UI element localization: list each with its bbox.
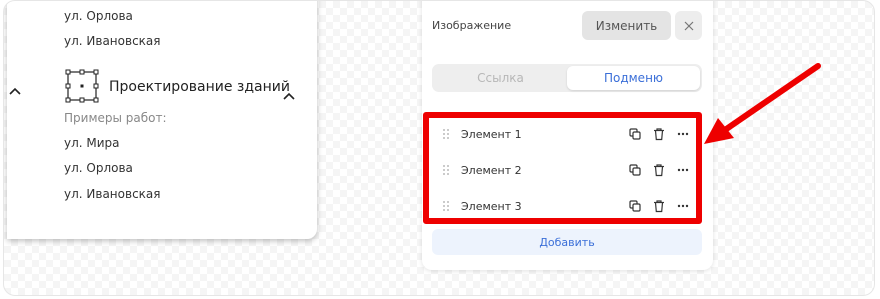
tab-submenu[interactable]: Подменю: [567, 66, 700, 90]
service-title: Проектирование зданий: [109, 79, 290, 95]
link-type-switch: Ссылка Подменю: [432, 64, 702, 92]
chevron-up-icon[interactable]: [282, 89, 296, 103]
annotation-highlight-box: [423, 112, 702, 224]
add-item-button[interactable]: Добавить: [432, 229, 702, 255]
tab-link[interactable]: Ссылка: [434, 66, 567, 90]
annotation-arrow-icon: [704, 63, 821, 144]
chevron-up-icon[interactable]: [9, 85, 21, 97]
close-icon: [684, 21, 693, 30]
change-image-button[interactable]: Изменить: [582, 11, 671, 40]
service-frame-icon: [65, 69, 99, 103]
menu-street-ivanovskaya-top: ул. Ивановская: [64, 34, 161, 48]
menu-preview-card: ул. Орлова ул. Ивановская Проектирование…: [7, 1, 317, 239]
menu-street-mira: ул. Мира: [64, 136, 120, 150]
image-label: Изображение: [432, 19, 512, 32]
menu-street-orlova: ул. Орлова: [64, 161, 133, 175]
examples-label: Примеры работ:: [64, 111, 167, 125]
menu-street-ivanovskaya: ул. Ивановская: [64, 187, 161, 201]
menu-street-orlova-top: ул. Орлова: [64, 9, 133, 23]
remove-image-button[interactable]: [675, 11, 702, 40]
canvas-frame: ул. Орлова ул. Ивановская Проектирование…: [3, 0, 875, 296]
